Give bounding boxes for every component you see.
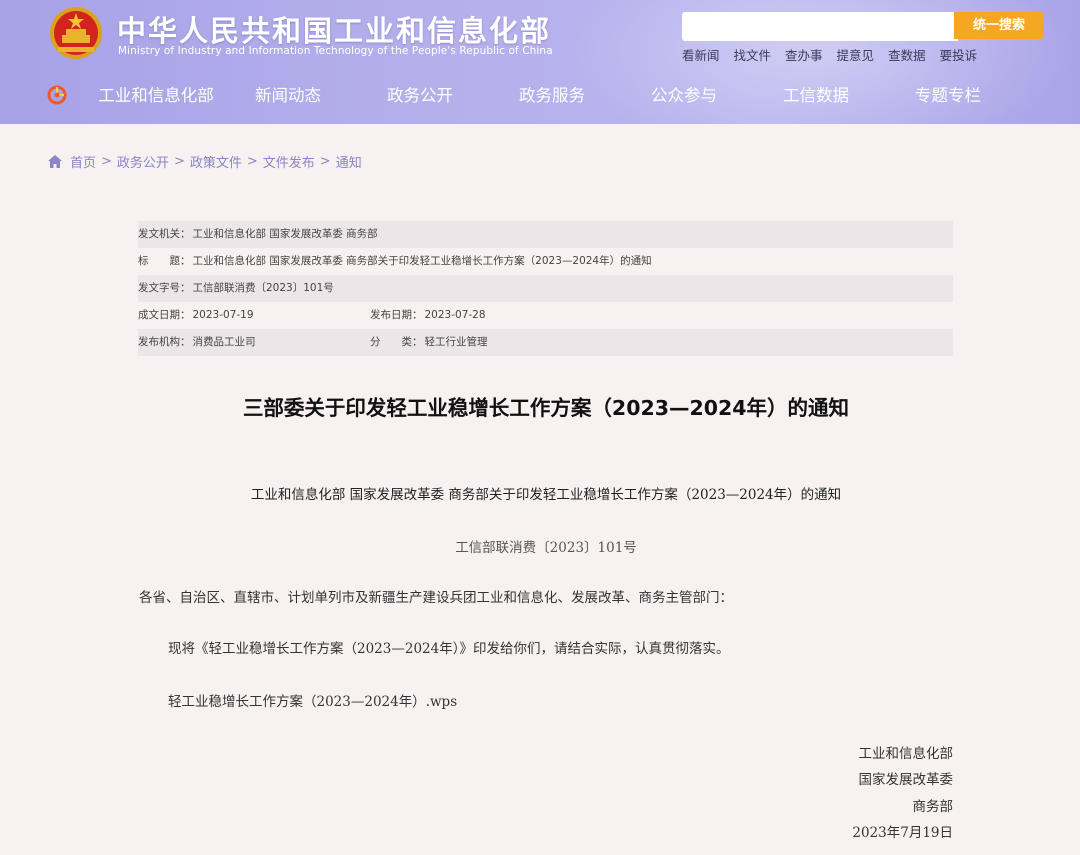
article-subtitle: 工业和信息化部 国家发展改革委 商务部关于印发轻工业稳增长工作方案（2023—2… <box>250 487 842 503</box>
breadcrumb-policy[interactable]: 政策文件 <box>190 152 242 171</box>
meta-label: 发文字号： <box>138 282 191 294</box>
attachment-link[interactable]: 轻工业稳增长工作方案（2023—2024年）.wps <box>168 690 457 710</box>
breadcrumb-gov-affairs[interactable]: 政务公开 <box>117 152 169 171</box>
search-input[interactable] <box>682 12 958 41</box>
breadcrumb-releases[interactable]: 文件发布 <box>263 152 315 171</box>
meta-label: 发布日期： <box>370 309 423 321</box>
quick-link-files[interactable]: 找文件 <box>734 45 772 64</box>
nav-item-data[interactable]: 工信数据 <box>750 84 882 108</box>
meta-value-published: 2023-07-28 <box>424 309 486 321</box>
nav-item-news[interactable]: 新闻动态 <box>222 84 354 108</box>
nav-item-gov-affairs[interactable]: 政务公开 <box>354 84 486 108</box>
meta-value-created: 2023-07-19 <box>192 309 254 321</box>
meta-label: 分 类： <box>370 336 423 348</box>
meta-label: 发布机构： <box>138 336 191 348</box>
meta-row-org: 发布机构： 消费品工业司 分 类： 轻工行业管理 <box>138 329 953 356</box>
breadcrumb: 首页 > 政务公开 > 政策文件 > 文件发布 > 通知 <box>48 152 362 171</box>
meta-value-title: 工业和信息化部 国家发展改革委 商务部关于印发轻工业稳增长工作方案（2023—2… <box>192 255 652 267</box>
site-header: 中华人民共和国工业和信息化部 Ministry of Industry and … <box>0 0 1080 124</box>
breadcrumb-home[interactable]: 首页 <box>70 152 96 171</box>
quick-link-services[interactable]: 查办事 <box>785 45 823 64</box>
meta-row-docno: 发文字号： 工信部联消费〔2023〕101号 <box>138 275 953 302</box>
document-meta-table: 发文机关： 工业和信息化部 国家发展改革委 商务部 标 题： 工业和信息化部 国… <box>138 221 953 356</box>
article-body: 现将《轻工业稳增长工作方案（2023—2024年）》印发给你们，请结合实际，认真… <box>168 641 730 657</box>
signature-date: 2023年7月19日 <box>852 825 953 841</box>
quick-link-news[interactable]: 看新闻 <box>682 45 720 64</box>
quick-link-feedback[interactable]: 提意见 <box>837 45 875 64</box>
breadcrumb-separator: > <box>319 154 331 169</box>
meta-row-dates: 成文日期： 2023-07-19 发布日期： 2023-07-28 <box>138 302 953 329</box>
breadcrumb-separator: > <box>173 154 185 169</box>
signature-ndrc: 国家发展改革委 <box>858 772 954 788</box>
quick-link-data[interactable]: 查数据 <box>888 45 926 64</box>
quick-links: 看新闻 找文件 查办事 提意见 查数据 要投诉 <box>682 45 991 64</box>
signature-mofcom: 商务部 <box>912 799 954 815</box>
nav-item-services[interactable]: 政务服务 <box>486 84 618 108</box>
article-title: 三部委关于印发轻工业稳增长工作方案（2023—2024年）的通知 <box>242 396 850 420</box>
site-title[interactable]: 中华人民共和国工业和信息化部 <box>117 8 551 50</box>
breadcrumb-notice[interactable]: 通知 <box>336 152 362 171</box>
meta-value-issuer: 工业和信息化部 国家发展改革委 商务部 <box>192 228 378 240</box>
meta-label: 成文日期： <box>138 309 191 321</box>
breadcrumb-separator: > <box>246 154 258 169</box>
national-emblem-icon[interactable] <box>48 5 104 61</box>
nav-item-participation[interactable]: 公众参与 <box>618 84 750 108</box>
quick-link-complaint[interactable]: 要投诉 <box>940 45 978 64</box>
meta-label: 发文机关： <box>138 228 191 240</box>
meta-value-category: 轻工行业管理 <box>424 336 488 348</box>
article-addressee: 各省、自治区、直辖市、计划单列市及新疆生产建设兵团工业和信息化、发展改革、商务主… <box>139 590 733 606</box>
main-nav: 工业和信息化部 新闻动态 政务公开 政务服务 公众参与 工信数据 专题专栏 <box>90 84 1070 108</box>
miit-logo-icon[interactable] <box>46 84 68 106</box>
search-button[interactable]: 统一搜索 <box>954 12 1044 39</box>
breadcrumb-separator: > <box>101 154 112 169</box>
meta-label: 标 题： <box>138 255 191 267</box>
article-doc-number: 工信部联消费〔2023〕101号 <box>455 540 637 556</box>
signature-miit: 工业和信息化部 <box>858 746 954 762</box>
site-subtitle: Ministry of Industry and Information Tec… <box>118 45 553 57</box>
nav-item-special[interactable]: 专题专栏 <box>882 84 1014 108</box>
meta-row-issuer: 发文机关： 工业和信息化部 国家发展改革委 商务部 <box>138 221 953 248</box>
meta-row-title: 标 题： 工业和信息化部 国家发展改革委 商务部关于印发轻工业稳增长工作方案（2… <box>138 248 953 275</box>
meta-value-org: 消费品工业司 <box>192 336 256 348</box>
home-icon[interactable] <box>48 155 62 168</box>
meta-value-docno: 工信部联消费〔2023〕101号 <box>192 282 334 294</box>
nav-item-ministry[interactable]: 工业和信息化部 <box>90 84 222 108</box>
